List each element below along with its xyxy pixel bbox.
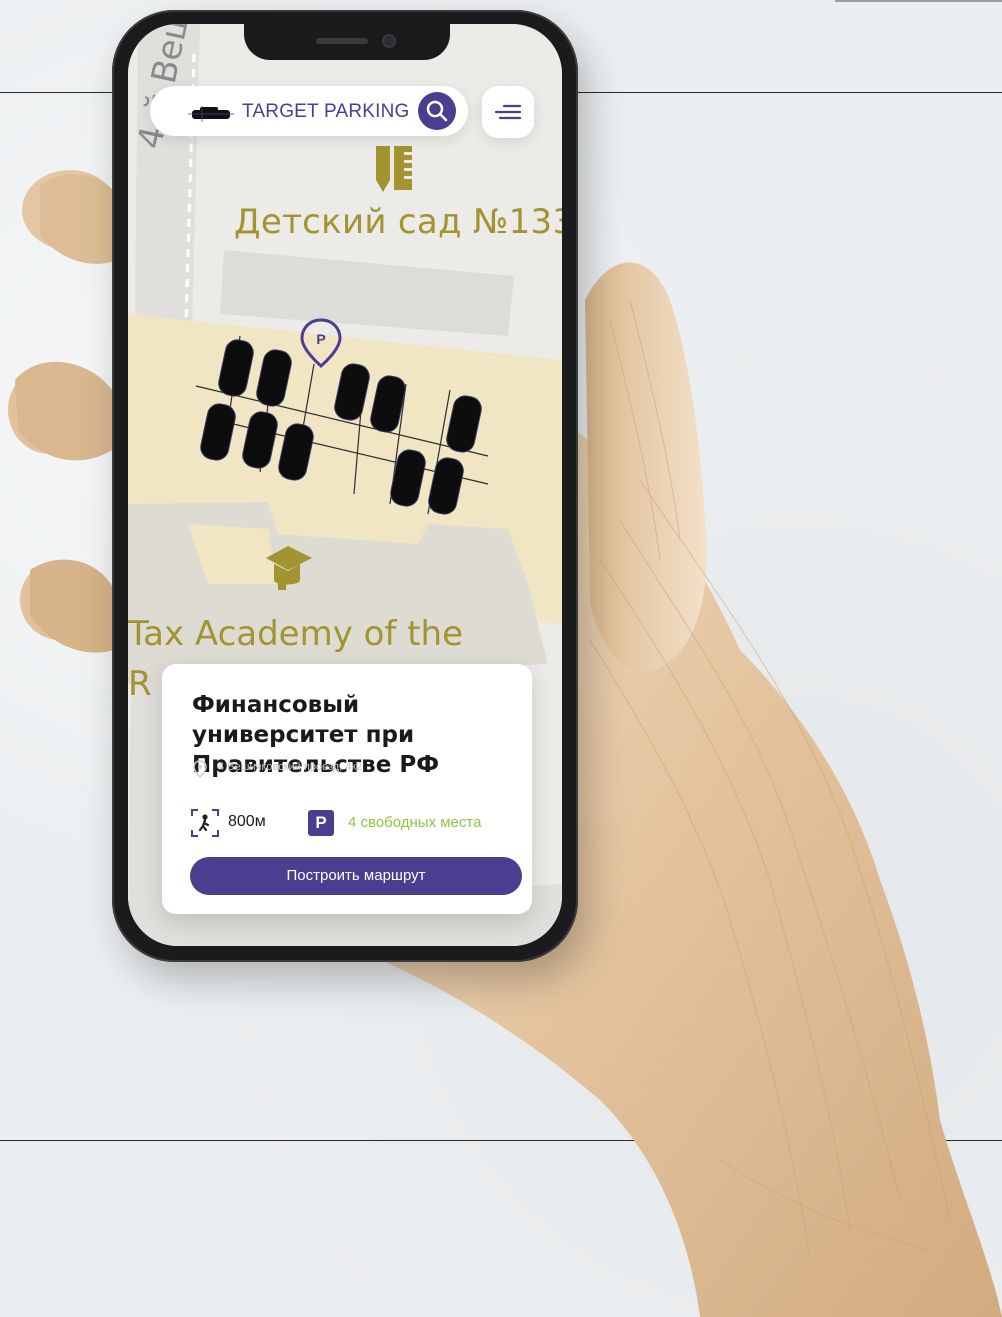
parking-badge: P [308,810,334,836]
place-info-card: Финансовый университет при Правительстве… [162,664,532,914]
location-pin-icon [193,760,207,778]
app-screen: P 4-й Веш­няко Детский сад №133 Tax Acad… [128,24,562,946]
phone-frame: P 4-й Веш­няко Детский сад №133 Tax Acad… [112,10,578,962]
map-kindergarten-label: Детский сад №133 [234,202,562,242]
kindergarten-icon [376,146,412,192]
app-title: TARGET PARKING [242,101,410,122]
map-academy-label: Tax Academy of the [128,614,464,654]
search-icon [426,100,448,122]
walking-distance-icon [191,809,219,837]
map-academy-label-cont: R [128,664,152,704]
search-bar[interactable]: TARGET PARKING [150,86,468,136]
svg-text:P: P [316,331,325,347]
menu-icon [494,104,522,120]
build-route-button[interactable]: Построить маршрут [190,857,522,895]
menu-button[interactable] [482,86,534,138]
search-button[interactable] [418,92,456,130]
speaker-grille [316,38,368,44]
front-camera [382,34,396,48]
phone-notch [244,24,450,60]
logo-car-icon [188,106,234,122]
place-address: 4 Вешняковский проезд, 4к2 [218,761,363,773]
free-spots-text: 4 свободных места [348,814,482,831]
distance-value: 800м [228,813,266,830]
